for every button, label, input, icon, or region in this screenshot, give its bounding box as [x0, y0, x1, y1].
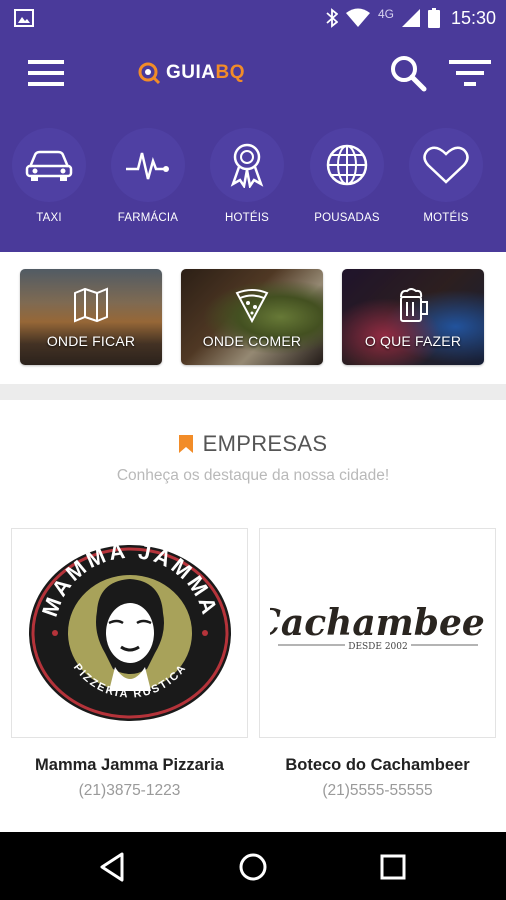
recents-icon[interactable] — [376, 850, 410, 884]
company-logo: MAMMA JAMMA PIZZERIA RUSTICA — [11, 528, 248, 738]
heart-icon — [423, 146, 469, 184]
section-label: ONDE COMER — [202, 333, 302, 349]
cachambeer-logo: Cachambeer DESDE 2002 — [270, 602, 486, 652]
wifi-icon — [345, 8, 370, 27]
back-icon[interactable] — [96, 850, 130, 884]
company-phone: (21)3875-1223 — [78, 782, 181, 799]
company-card-cachambeer[interactable]: Cachambeer DESDE 2002 Boteco do Cachambe… — [259, 528, 496, 808]
image-icon — [14, 9, 34, 27]
section-cards: ONDE FICAR ONDE COMER O QUE FAZER — [0, 252, 506, 384]
home-icon[interactable] — [236, 850, 270, 884]
empresas-title: EMPRESAS — [202, 431, 328, 456]
category-label: HOTÉIS — [224, 212, 269, 224]
pulse-icon — [126, 152, 169, 180]
category-label: MOTÉIS — [423, 212, 469, 224]
logo-text-sub: DESDE 2002 — [348, 642, 408, 652]
map-icon — [74, 287, 108, 323]
empresas-subtitle: Conheça os destaque da nossa cidade! — [116, 467, 390, 484]
category-taxi[interactable]: TAXI — [9, 128, 89, 238]
category-farmacia[interactable]: FARMÁCIA — [108, 128, 188, 238]
logo-text: GUIABQ — [166, 62, 245, 83]
mamma-jamma-logo: MAMMA JAMMA PIZZERIA RUSTICA — [28, 541, 231, 721]
category-hoteis[interactable]: HOTÉIS — [207, 128, 287, 238]
bookmark-icon — [178, 435, 193, 453]
section-onde-comer[interactable]: ONDE COMER — [181, 269, 323, 365]
search-icon[interactable] — [388, 54, 428, 92]
logo-pin-icon — [138, 62, 161, 85]
section-o-que-fazer[interactable]: O QUE FAZER — [342, 269, 484, 365]
globe-icon — [326, 144, 368, 186]
company-phone: (21)5555-55555 — [322, 782, 433, 799]
empresas-heading: EMPRESAS — [0, 430, 506, 458]
section-label: O QUE FAZER — [364, 333, 462, 349]
category-row: TAXI FARMÁCIA HOTÉIS POUSADAS MOTÉIS — [0, 128, 506, 238]
company-name: Boteco do Cachambeer — [285, 756, 470, 774]
system-nav-bar — [0, 832, 506, 900]
car-icon — [25, 150, 73, 181]
filter-icon[interactable] — [448, 58, 492, 88]
category-label: POUSADAS — [314, 212, 380, 224]
award-icon — [230, 143, 264, 188]
battery-icon — [427, 8, 440, 28]
company-card-mamma-jamma[interactable]: MAMMA JAMMA PIZZERIA RUSTICA Mamma Jamma… — [11, 528, 248, 808]
category-pousadas[interactable]: POUSADAS — [307, 128, 387, 238]
category-label: FARMÁCIA — [117, 212, 179, 224]
menu-icon[interactable] — [26, 58, 66, 88]
section-label: ONDE FICAR — [46, 333, 136, 349]
app-logo: GUIABQ — [136, 60, 245, 86]
bluetooth-icon — [326, 8, 338, 28]
pizza-icon — [235, 289, 269, 323]
company-logo: Cachambeer DESDE 2002 — [259, 528, 496, 738]
app-header: GUIABQ TAXI FARMÁCIA HOTÉIS POUSADAS MOT… — [0, 36, 506, 252]
network-type: 4G — [377, 7, 394, 21]
section-divider — [0, 384, 506, 400]
clock: 15:30 — [450, 7, 496, 28]
logo-text-main: Cachambeer — [270, 602, 486, 644]
section-onde-ficar[interactable]: ONDE FICAR — [20, 269, 162, 365]
signal-icon — [401, 9, 420, 27]
category-moteis[interactable]: MOTÉIS — [406, 128, 486, 238]
beer-icon — [400, 288, 428, 322]
category-label: TAXI — [36, 212, 62, 224]
app-screen: 4G 15:30 GUIABQ TAXI FARMÁCIA HOTÉIS POU… — [0, 0, 506, 900]
company-name: Mamma Jamma Pizzaria — [35, 756, 224, 774]
status-bar: 4G 15:30 — [0, 0, 506, 36]
